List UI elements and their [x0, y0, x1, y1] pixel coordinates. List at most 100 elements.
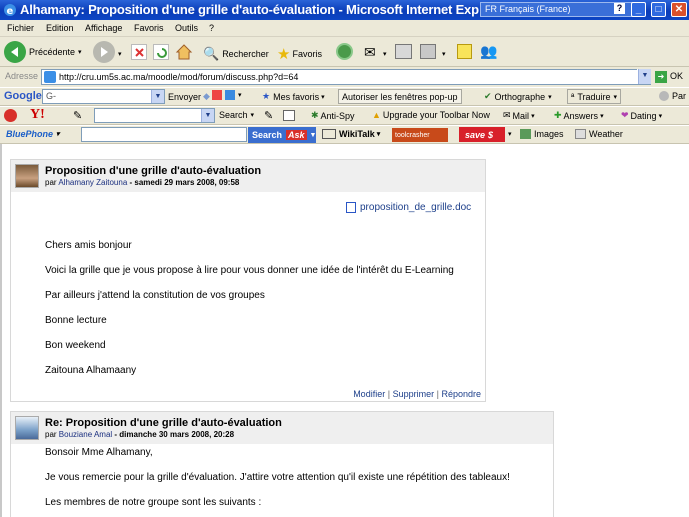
maximize-button[interactable]: □	[651, 2, 666, 17]
weather-button[interactable]: Weather	[575, 129, 623, 139]
pen-icon[interactable]: ✎	[73, 109, 82, 122]
mail-dropdown-icon[interactable]: ▾	[383, 50, 387, 58]
address-input[interactable]: http://cru.um5s.ac.ma/moodle/mod/forum/d…	[41, 69, 651, 85]
spellcheck-button[interactable]: ✔ Orthographe ▾	[484, 91, 552, 102]
post-line: Les membres de notre groupe sont les sui…	[45, 497, 262, 508]
edit-icon[interactable]	[420, 44, 436, 59]
attachment-link[interactable]: proposition_de_grille.doc	[346, 202, 471, 213]
yahoo-search-input[interactable]: ▼	[94, 108, 215, 123]
modifier-link[interactable]: Modifier	[353, 389, 385, 399]
supprimer-link[interactable]: Supprimer	[393, 389, 435, 399]
antispy-icon: ✱	[311, 110, 319, 120]
yahoo-search-button[interactable]: Search ▾	[219, 110, 254, 120]
repondre-link[interactable]: Répondre	[441, 389, 481, 399]
author-link[interactable]: Bouziane Amal	[59, 430, 112, 439]
google-search-input[interactable]: G- ▼	[42, 89, 165, 104]
standard-toolbar: Précédente ▾ ▾ 🔍 Rechercher ★ Favoris ✉ ▾ ▾…	[0, 37, 689, 67]
antispy-button[interactable]: ✱ Anti-Spy	[311, 110, 355, 121]
yahoo-logo[interactable]: Y!	[30, 107, 45, 123]
go-button[interactable]: ➜ OK	[655, 71, 683, 83]
language-help-icon[interactable]: ?	[614, 3, 625, 14]
dating-button[interactable]: ❤ Dating ▾	[621, 110, 662, 121]
back-button[interactable]: Précédente ▾	[4, 41, 82, 63]
yahoo-mail-button[interactable]: ✉ Mail ▾	[503, 110, 535, 121]
post-line: Bon weekend	[45, 340, 106, 351]
close-button[interactable]: ✕	[671, 2, 687, 17]
star-icon: ★	[262, 91, 271, 101]
address-label: Adresse	[5, 71, 39, 81]
edit-dropdown-icon[interactable]: ▾	[442, 50, 446, 58]
images-button[interactable]: Images	[520, 129, 564, 139]
dating-icon: ❤	[621, 110, 629, 120]
page-icon	[44, 71, 56, 83]
forward-dropdown-icon[interactable]: ▾	[118, 50, 122, 58]
home-icon[interactable]	[175, 43, 193, 60]
forum-post: Proposition d'une grille d'auto-évaluati…	[10, 159, 486, 402]
save-dropdown-icon[interactable]: ▾	[508, 130, 512, 138]
answers-button[interactable]: ✚ Answers ▾	[554, 110, 604, 121]
post-line: Par ailleurs j'attend la constitution de…	[45, 290, 265, 301]
highlight-icon[interactable]: ✎	[264, 109, 273, 122]
envoyer-button[interactable]: Envoyer ◆	[168, 91, 210, 102]
toolcrasher-button[interactable]: toolcrasher	[392, 128, 448, 142]
post-header: Re: Proposition d'une grille d'auto-éval…	[11, 412, 553, 444]
address-bar: Adresse http://cru.um5s.ac.ma/moodle/mod…	[0, 67, 689, 87]
window-title-bar: e Alhamany: Proposition d'une grille d'a…	[0, 0, 689, 20]
history-icon[interactable]	[336, 43, 353, 60]
warning-icon: ▲	[372, 110, 381, 120]
search-icon: 🔍	[203, 46, 220, 61]
ask-search-button[interactable]: Search Ask ▼	[248, 127, 316, 143]
print-icon[interactable]	[395, 44, 412, 59]
yahoo-red-icon[interactable]	[4, 109, 17, 122]
bluephone-logo[interactable]: BluePhone ▾	[6, 129, 60, 139]
post-actions: Modifier | Supprimer | Répondre	[353, 389, 481, 399]
star-icon: ★	[277, 46, 291, 63]
spellcheck-icon: ✔	[484, 91, 492, 101]
wikitalk-button[interactable]: WikiTalk ▾	[322, 129, 380, 139]
post-byline: par Bouziane Amal - dimanche 30 mars 200…	[45, 430, 235, 439]
search-button[interactable]: 🔍 Rechercher	[203, 46, 269, 62]
window-title: Alhamany: Proposition d'une grille d'aut…	[20, 2, 479, 17]
bluephone-toolbar: BluePhone ▾ Search Ask ▼ WikiTalk ▾ toolcras…	[0, 125, 689, 144]
menu-help[interactable]: ?	[209, 23, 214, 33]
google-options-button[interactable]: Par	[659, 91, 686, 101]
weather-icon	[575, 129, 586, 139]
post-header: Proposition d'une grille d'auto-évaluati…	[11, 160, 485, 192]
avatar[interactable]	[15, 416, 39, 440]
yahoo-toolbar: Y! ✎ ▼ Search ▾ ✎ ✱ Anti-Spy ▲ Upgrade your…	[0, 106, 689, 125]
favorites-button[interactable]: ★ Favoris	[277, 45, 322, 63]
bookmarks-button[interactable]: ★ Mes favoris ▾	[262, 91, 325, 102]
menu-affichage[interactable]: Affichage	[85, 23, 122, 33]
images-icon	[520, 129, 531, 139]
save-button[interactable]: save $	[459, 127, 505, 142]
google-icons-group[interactable]: ▾	[212, 90, 242, 100]
menu-outils[interactable]: Outils	[175, 23, 198, 33]
menu-fichier[interactable]: Fichier	[7, 23, 34, 33]
notes-icon[interactable]	[457, 44, 472, 59]
menu-bar: Fichier Edition Affichage Favoris Outils…	[0, 20, 689, 37]
address-dropdown-icon[interactable]: ▼	[637, 69, 651, 84]
forward-arrow-icon[interactable]	[93, 41, 115, 63]
author-link[interactable]: Alhamany Zaitouna	[58, 178, 127, 187]
left-border	[0, 144, 2, 517]
menu-edition[interactable]: Edition	[46, 23, 74, 33]
translate-button[interactable]: ª Traduire ▾	[567, 89, 622, 104]
wikitalk-icon	[322, 129, 336, 139]
upgrade-button[interactable]: ▲ Upgrade your Toolbar Now	[372, 110, 490, 120]
post-line: Je vous remercie pour la grille d'évalua…	[45, 472, 510, 483]
back-arrow-icon	[4, 41, 26, 63]
post-subject: Re: Proposition d'une grille d'auto-éval…	[45, 417, 282, 429]
post-body: proposition_de_grille.doc Chers amis bon…	[11, 192, 485, 402]
minimize-button[interactable]: _	[631, 2, 646, 17]
mail-icon[interactable]: ✉	[364, 44, 376, 61]
word-doc-icon	[346, 202, 356, 213]
menu-favoris[interactable]: Favoris	[134, 23, 164, 33]
messenger-icon[interactable]: 👥	[480, 43, 497, 60]
avatar[interactable]	[15, 164, 39, 188]
popup-icon[interactable]	[283, 110, 295, 121]
popup-blocker-button[interactable]: Autoriser les fenêtres pop-up	[338, 89, 462, 104]
svg-text:e: e	[7, 6, 14, 17]
ask-search-input[interactable]	[81, 127, 247, 142]
stop-icon[interactable]	[131, 44, 147, 60]
refresh-icon[interactable]	[153, 44, 169, 60]
